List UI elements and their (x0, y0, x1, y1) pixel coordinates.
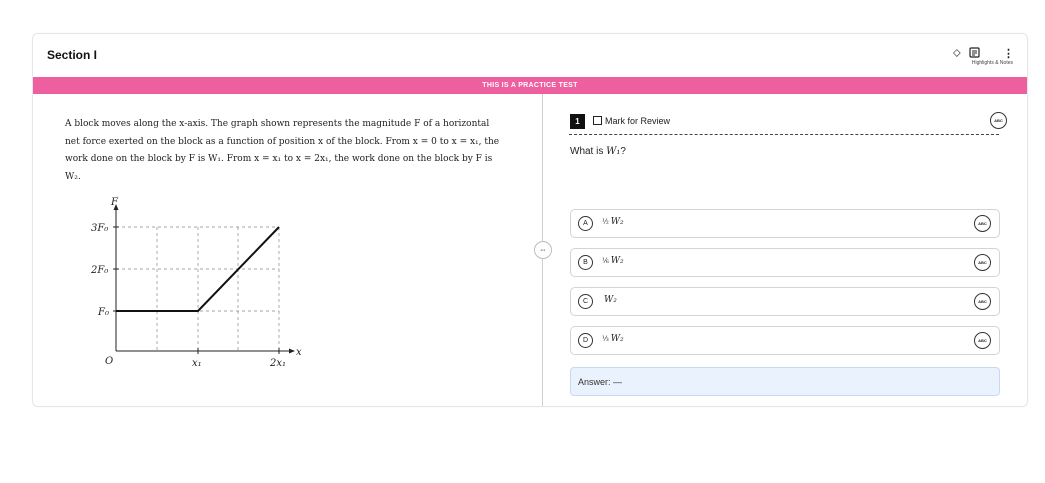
passage-pane: A block moves along the x-axis. The grap… (33, 94, 542, 406)
eliminate-button[interactable]: ABC (974, 215, 991, 232)
practice-test-banner: THIS IS A PRACTICE TEST (33, 77, 1027, 94)
choice-letter: C (578, 294, 593, 309)
eliminate-button[interactable]: ABC (974, 293, 991, 310)
choice-text: ⅓ W₂ (602, 334, 624, 344)
x-axis-label: x (296, 347, 302, 358)
x-tick-label: x₁ (192, 358, 202, 369)
y-tick-label: F₀ (97, 307, 109, 318)
choice-c[interactable]: C W₂ ABC (570, 287, 1000, 316)
notes-icon[interactable] (969, 47, 980, 61)
section-title: Section I (47, 48, 98, 62)
y-tick-label: 3F₀ (91, 223, 108, 234)
mark-for-review-label: Mark for Review (605, 116, 671, 126)
highlights-notes-label[interactable]: Highlights & Notes (972, 60, 1013, 66)
passage-text: A block moves along the x-axis. The grap… (65, 119, 500, 182)
eliminate-button[interactable]: ABC (974, 254, 991, 271)
answer-box[interactable]: Answer: — (570, 367, 1000, 396)
force-position-graph: F 3F₀ 2F₀ F₀ O x₁ 2x₁ x (90, 197, 302, 369)
x-tick-label: 2x₁ (269, 358, 286, 369)
graph-grid (116, 226, 280, 351)
tools: ⬦ ⋮ Highlights & Notes (933, 47, 1014, 69)
header-divider (569, 134, 999, 135)
header: Section I ⬦ ⋮ Highlights & Notes (33, 34, 1027, 76)
choice-letter: B (578, 255, 593, 270)
origin-label: O (105, 356, 113, 367)
y-axis-label: F (110, 197, 119, 208)
more-vertical-icon[interactable]: ⋮ (1003, 47, 1014, 60)
x-axis-arrow (289, 348, 295, 354)
abc-eliminator-button[interactable]: ABC (990, 112, 1007, 129)
highlighter-icon[interactable]: ⬦ (953, 47, 961, 60)
question-number: 1 (570, 114, 585, 129)
mark-for-review[interactable]: Mark for Review (593, 114, 670, 129)
question-pane: 1 Mark for Review ABC What is W₁? A ½ W₂ … (543, 94, 1027, 406)
checkbox-icon[interactable] (593, 116, 602, 125)
choice-letter: A (578, 216, 593, 231)
choice-b[interactable]: B ⅙ W₂ ABC (570, 248, 1000, 277)
question-card: Section I ⬦ ⋮ Highlights & Notes THIS IS… (32, 33, 1028, 407)
choice-text: ½ W₂ (602, 217, 624, 227)
choice-text: W₂ (604, 295, 617, 305)
answer-label: Answer: — (578, 377, 623, 387)
choice-letter: D (578, 333, 593, 348)
choice-text: ⅙ W₂ (602, 256, 624, 266)
choice-d[interactable]: D ⅓ W₂ ABC (570, 326, 1000, 355)
question-prompt: What is W₁? (570, 146, 626, 157)
choice-a[interactable]: A ½ W₂ ABC (570, 209, 1000, 238)
y-tick-label: 2F₀ (90, 265, 108, 276)
eliminate-button[interactable]: ABC (974, 332, 991, 349)
